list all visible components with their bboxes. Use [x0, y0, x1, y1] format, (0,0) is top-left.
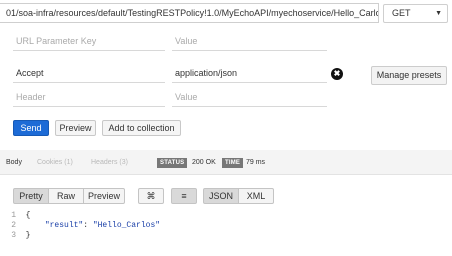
code-line: 1 {	[0, 211, 452, 221]
send-button[interactable]: Send	[13, 120, 49, 136]
status-label: STATUS	[157, 158, 188, 168]
line-number: 1	[11, 211, 16, 220]
add-to-collection-button[interactable]: Add to collection	[102, 120, 181, 136]
method-value: GET	[392, 8, 411, 18]
code-line: 3 }	[0, 231, 452, 241]
close-brace: }	[25, 231, 31, 240]
code-line: 2 "result": "Hello_Carlos"	[0, 221, 452, 231]
header-value-input[interactable]: application/json	[172, 63, 327, 83]
pretty-view-button[interactable]: Pretty	[13, 188, 49, 204]
url-param-value-input[interactable]: Value	[172, 31, 327, 51]
response-body: 1 { 2 "result": "Hello_Carlos" 3 }	[0, 211, 452, 242]
header-key-input[interactable]: Accept	[13, 63, 165, 83]
open-brace: {	[25, 211, 31, 220]
manage-presets-button[interactable]: Manage presets	[371, 66, 447, 85]
json-format-button[interactable]: JSON	[203, 188, 239, 204]
time-value: 79 ms	[246, 159, 266, 166]
time-label: TIME	[222, 158, 244, 168]
status-value: 200 OK	[192, 159, 216, 166]
line-number: 3	[11, 231, 16, 240]
raw-view-button[interactable]: Raw	[48, 188, 84, 204]
remove-header-icon[interactable]: ✖	[331, 68, 343, 80]
preview-view-button[interactable]: Preview	[83, 188, 125, 204]
new-header-key-input[interactable]: Header	[13, 87, 165, 107]
tab-body[interactable]: Body	[6, 157, 22, 169]
json-colon: :	[83, 221, 93, 230]
xml-format-button[interactable]: XML	[238, 188, 274, 204]
tab-cookies[interactable]: Cookies (1)	[37, 157, 73, 169]
new-header-value-input[interactable]: Value	[172, 87, 327, 107]
json-key: "result"	[44, 221, 84, 230]
chevron-down-icon: ▼	[435, 10, 442, 17]
tab-headers[interactable]: Headers (3)	[91, 157, 128, 169]
line-number: 2	[11, 221, 16, 230]
method-select[interactable]: GET ▼	[383, 4, 448, 23]
wrap-lines-icon[interactable]: ≡	[171, 188, 197, 204]
json-value: "Hello_Carlos"	[92, 221, 161, 230]
expand-icon[interactable]: ⌘	[138, 188, 164, 204]
url-input[interactable]: 01/soa-infra/resources/default/TestingRE…	[0, 3, 379, 23]
preview-button[interactable]: Preview	[55, 120, 96, 136]
url-param-key-input[interactable]: URL Parameter Key	[13, 31, 165, 51]
